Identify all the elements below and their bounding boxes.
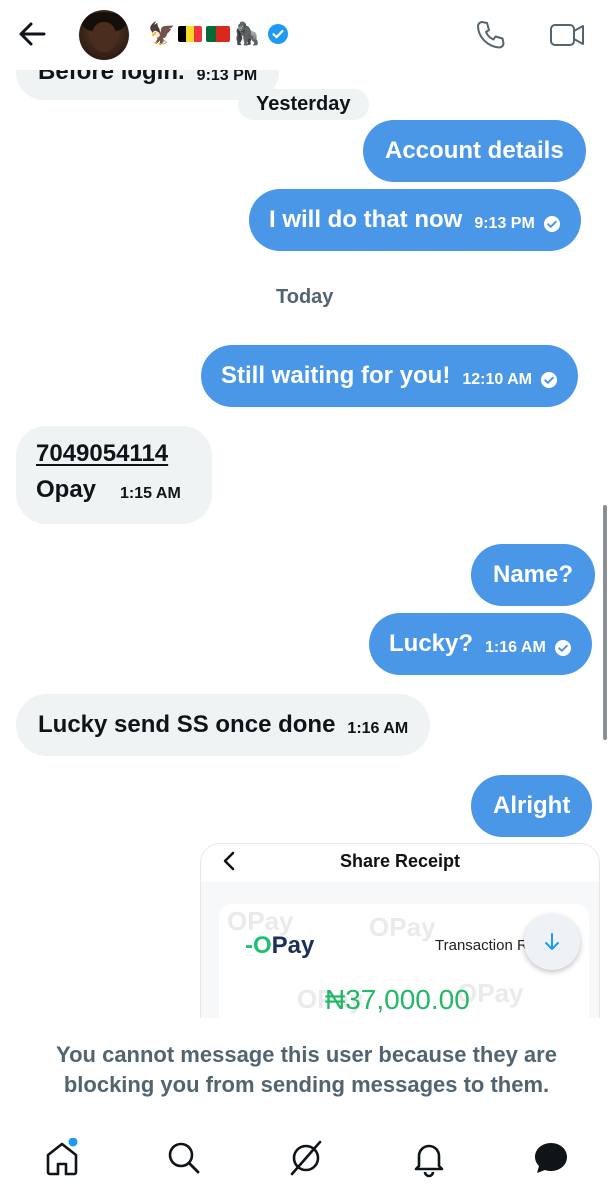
- message-sent[interactable]: I will do that now 9:13 PM: [249, 189, 581, 251]
- message-sent[interactable]: Lucky? 1:16 AM: [369, 613, 592, 675]
- message-text: Alright: [493, 792, 571, 819]
- message-time: 9:13 PM: [474, 215, 535, 232]
- message-text: Lucky?: [389, 630, 474, 657]
- message-text: Opay: [36, 476, 97, 503]
- message-time: 1:16 AM: [485, 639, 546, 656]
- message-sent[interactable]: Account details: [363, 120, 586, 182]
- arrow-down-icon: [545, 933, 559, 950]
- messages-icon[interactable]: [531, 1138, 571, 1178]
- search-icon[interactable]: [164, 1138, 204, 1178]
- message-text: Name?: [493, 561, 574, 588]
- receipt-title: Share Receipt: [339, 851, 461, 871]
- date-separator: Today: [276, 286, 334, 308]
- eagle-emoji: 🦅: [148, 21, 176, 46]
- transaction-label: Transaction R: [435, 937, 528, 954]
- message-text: Lucky send SS once done: [38, 711, 336, 738]
- conversation-header: 🦅 🦍: [0, 0, 613, 70]
- message-time: 1:15 AM: [120, 485, 181, 502]
- message-text: I will do that now: [269, 206, 463, 233]
- blocked-message: You cannot message this user because the…: [56, 1042, 557, 1097]
- avatar[interactable]: [79, 10, 129, 60]
- transaction-amount: ₦37,000.00: [325, 984, 470, 1015]
- portugal-flag-icon: [206, 26, 231, 42]
- phone-icon[interactable]: [473, 18, 507, 52]
- gorilla-emoji: 🦍: [233, 21, 261, 46]
- video-camera-icon[interactable]: [548, 18, 586, 52]
- read-receipt-icon: [543, 216, 560, 232]
- arrow-left-icon[interactable]: [16, 18, 48, 50]
- bottom-navigation: [0, 1130, 613, 1200]
- home-icon[interactable]: [42, 1138, 82, 1178]
- message-sent[interactable]: Still waiting for you! 12:10 AM: [201, 345, 578, 407]
- message-text: Still waiting for you!: [221, 362, 451, 389]
- notifications-bell-icon[interactable]: [409, 1138, 449, 1178]
- message-sent[interactable]: Name?: [471, 544, 596, 606]
- scroll-to-bottom-button[interactable]: [524, 914, 580, 970]
- read-receipt-icon: [540, 372, 557, 388]
- message-text: Account details: [385, 137, 564, 164]
- account-number-link[interactable]: 7049054114: [36, 440, 192, 468]
- date-separator: Yesterday: [238, 89, 369, 120]
- message-received[interactable]: 7049054114 Opay 1:15 AM: [16, 426, 212, 524]
- watermark: OPay: [369, 912, 436, 942]
- verified-badge-icon: [267, 24, 288, 44]
- message-sent[interactable]: Alright: [471, 775, 593, 837]
- receipt-header: Share Receipt: [201, 844, 599, 882]
- grok-icon[interactable]: [286, 1138, 326, 1178]
- message-time: 12:10 AM: [462, 371, 532, 388]
- message-received[interactable]: Lucky send SS once done 1:16 AM: [16, 694, 431, 756]
- message-time: 1:16 AM: [347, 720, 409, 737]
- opay-logo: -OPay: [245, 932, 315, 959]
- scrollbar[interactable]: [603, 505, 607, 740]
- display-name[interactable]: 🦅 🦍: [148, 18, 289, 50]
- belgium-flag-icon: [178, 26, 203, 42]
- blocked-notice: You cannot message this user because the…: [0, 1018, 613, 1130]
- read-receipt-icon: [554, 640, 571, 656]
